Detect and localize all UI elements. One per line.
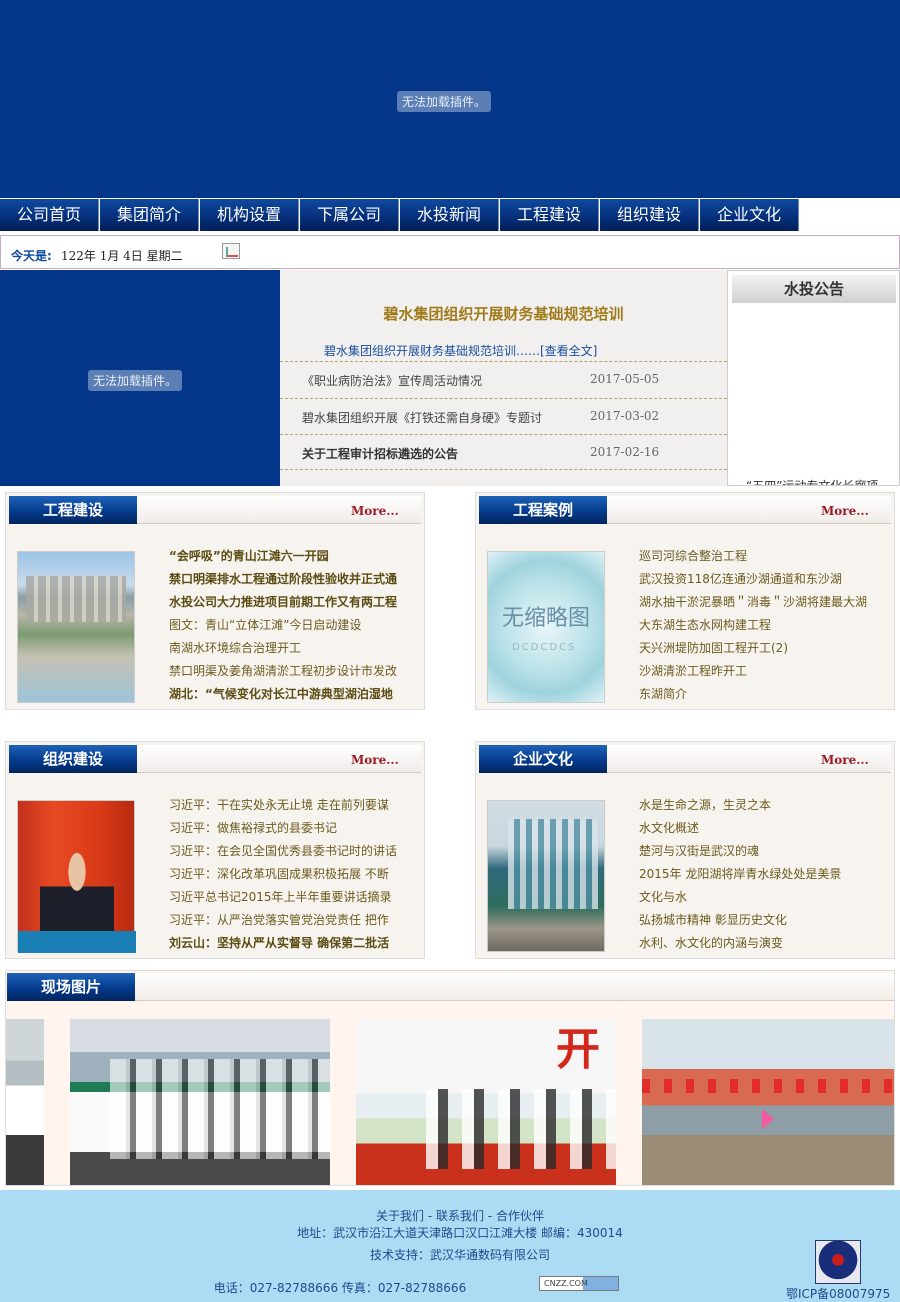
nav-item-structure[interactable]: 机构设置 — [200, 199, 299, 231]
list-item[interactable]: 文化与水 — [639, 890, 879, 913]
list-item[interactable]: “会呼吸”的青山江滩六一开园 — [169, 549, 409, 572]
list-item[interactable]: 楚河与汉街是武汉的魂 — [639, 844, 879, 867]
notice-scroll-item[interactable]: “五四”运动专文化长廊项 — [746, 477, 878, 485]
section-title: 工程案例 — [479, 496, 607, 524]
article-list: 水是生命之源，生灵之本 水文化概述 楚河与汉街是武汉的魂 2015年 龙阳湖将岸… — [639, 798, 879, 959]
main-nav: 公司首页 集团简介 机构设置 下属公司 水投新闻 工程建设 组织建设 企业文化 — [0, 199, 900, 231]
footer-support: 技术支持：武汉华通数码有限公司 — [369, 1248, 550, 1262]
list-item[interactable]: 水文化概述 — [639, 821, 879, 844]
list-item[interactable]: 2015年 龙阳湖将岸青水绿处处是美景 — [639, 867, 879, 890]
current-date: 122年 1月 4日 星期二 — [61, 249, 183, 263]
list-item[interactable]: 禁口明渠排水工程通过阶段性验收并正式通 — [169, 572, 409, 595]
section-header-bar — [135, 973, 894, 1001]
news-date: 2017-05-05 — [590, 372, 660, 386]
notice-panel: 水投公告 “五四”运动专文化长廊项 — [727, 270, 900, 486]
list-item[interactable]: 天兴洲堤防加固工程开工(2) — [639, 641, 879, 664]
more-link[interactable]: More... — [351, 753, 399, 767]
nav-item-home[interactable]: 公司首页 — [0, 199, 99, 231]
news-date: 2017-03-02 — [590, 409, 660, 423]
section-thumbnail[interactable] — [17, 551, 135, 703]
section-thumbnail[interactable] — [487, 800, 605, 952]
article-list: “会呼吸”的青山江滩六一开园 禁口明渠排水工程通过阶段性验收并正式通 水投公司大… — [169, 549, 409, 710]
section-engineering: 工程建设 More... “会呼吸”的青山江滩六一开园 禁口明渠排水工程通过阶段… — [5, 492, 425, 710]
news-headline[interactable]: 碧水集团组织开展财务基础规范培训 — [280, 303, 727, 324]
section-culture: 企业文化 More... 水是生命之源，生灵之本 水文化概述 楚河与汉街是武汉的… — [475, 741, 895, 959]
section-title: 现场图片 — [7, 973, 135, 1001]
more-link[interactable]: More... — [821, 504, 869, 518]
plugin-error-message: 无法加载插件。 — [397, 91, 492, 112]
footer-address: 地址：武汉市沿江大道天津路口汉口江滩大楼 邮编：430014 — [297, 1226, 623, 1240]
section-cases: 工程案例 More... 无缩略图 DCDCDCS 巡司河综合整治工程 武汉投资… — [475, 492, 895, 710]
site-photos-section: 现场图片 开 — [5, 970, 895, 1186]
nav-item-engineering[interactable]: 工程建设 — [500, 199, 599, 231]
date-bar: 今天是: 122年 1月 4日 星期二 — [0, 235, 900, 269]
news-row[interactable]: 关于工程审计招标遴选的公告 2017-02-16 — [280, 434, 727, 470]
list-item[interactable]: 刘云山：坚持从严从实督导 确保第二批活 — [169, 936, 409, 959]
list-item[interactable]: 大东湖生态水网构建工程 — [639, 618, 879, 641]
more-link[interactable]: More... — [351, 504, 399, 518]
news-row[interactable]: 《职业病防治法》宣传周活动情况 2017-05-05 — [280, 361, 727, 397]
list-item[interactable]: 东湖简介 — [639, 687, 879, 710]
news-row[interactable]: 碧水集团组织开展《打铁还需自身硬》专题讨 2017-03-02 — [280, 398, 727, 434]
list-item[interactable]: 沙湖清淤工程昨开工 — [639, 664, 879, 687]
section-title: 企业文化 — [479, 745, 607, 773]
footer-links[interactable]: 关于我们 - 联系我们 - 合作伙伴 — [0, 1207, 900, 1224]
nav-item-organization[interactable]: 组织建设 — [600, 199, 699, 231]
list-item[interactable]: 弘扬城市精神 彰显历史文化 — [639, 913, 879, 936]
list-item[interactable]: 湖水抽干淤泥暴晒＂消毒＂沙湖将建最大湖 — [639, 595, 879, 618]
news-title[interactable]: 《职业病防治法》宣传周活动情况 — [302, 372, 482, 389]
no-thumbnail-text: 无缩略图 — [502, 606, 591, 631]
nav-item-about[interactable]: 集团简介 — [100, 199, 199, 231]
notice-title: 水投公告 — [732, 275, 896, 303]
list-item[interactable]: 水利、水文化的内涵与演变 — [639, 936, 879, 959]
list-item[interactable]: 巡司河综合整治工程 — [639, 549, 879, 572]
list-item[interactable]: 习近平总书记2015年上半年重要讲话摘录 — [169, 890, 409, 913]
list-item[interactable]: 图文：青山“立体江滩”今日启动建设 — [169, 618, 409, 641]
nav-item-subsidiaries[interactable]: 下属公司 — [300, 199, 399, 231]
article-list: 巡司河综合整治工程 武汉投资118亿连通沙湖通道和东沙湖 湖水抽干淤泥暴晒＂消毒… — [639, 549, 879, 710]
site-photo[interactable]: 开 — [356, 1019, 616, 1185]
news-title[interactable]: 关于工程审计招标遴选的公告 — [302, 445, 458, 462]
site-photo[interactable] — [642, 1019, 894, 1185]
plugin-error-message: 无法加载插件。 — [88, 370, 183, 391]
news-summary-link[interactable]: 碧水集团组织开展财务基础规范培训……[查看全文] — [324, 342, 597, 359]
no-thumbnail-image[interactable]: 无缩略图 DCDCDCS — [487, 551, 605, 703]
top-banner: 无法加载插件。 — [0, 0, 900, 198]
list-item[interactable]: 武汉投资118亿连通沙湖通道和东沙湖 — [639, 572, 879, 595]
news-title[interactable]: 碧水集团组织开展《打铁还需自身硬》专题讨 — [302, 409, 542, 426]
police-badge-icon[interactable] — [815, 1240, 861, 1284]
no-thumbnail-subtext: DCDCDCS — [512, 642, 577, 653]
site-photo[interactable] — [6, 1019, 44, 1185]
list-item[interactable]: 习近平：从严治党落实管党治党责任 把作 — [169, 913, 409, 936]
section-thumbnail[interactable] — [17, 800, 136, 953]
list-item[interactable]: 习近平：深化改革巩固成果积极拓展 不断 — [169, 867, 409, 890]
list-item[interactable]: 水是生命之源，生灵之本 — [639, 798, 879, 821]
list-item[interactable]: 习近平：做焦裕禄式的县委书记 — [169, 821, 409, 844]
section-title: 组织建设 — [9, 745, 137, 773]
list-item[interactable]: 习近平：干在实处永无止境 走在前列要谋 — [169, 798, 409, 821]
list-item[interactable]: 习近平：在会见全国优秀县委书记时的讲话 — [169, 844, 409, 867]
section-organization: 组织建设 More... 习近平：干在实处永无止境 走在前列要谋 习近平：做焦裕… — [5, 741, 425, 959]
date-label: 今天是: — [11, 249, 52, 263]
list-item[interactable]: 湖北：“气候变化对长江中游典型湖泊湿地 — [169, 687, 409, 710]
broken-image-icon — [222, 243, 240, 259]
photo-slideshow: 无法加载插件。 — [0, 270, 280, 486]
icp-record[interactable]: 鄂ICP备08007975号 — [786, 1285, 900, 1302]
article-list: 习近平：干在实处永无止境 走在前列要谋 习近平：做焦裕禄式的县委书记 习近平：在… — [169, 798, 409, 959]
nav-item-culture[interactable]: 企业文化 — [700, 199, 799, 231]
site-photo[interactable] — [70, 1019, 330, 1185]
footer-phone: 电话：027-82788666 传真：027-82788666 — [213, 1281, 467, 1295]
news-date: 2017-02-16 — [590, 445, 660, 459]
list-item[interactable]: 南湖水环境综合治理开工 — [169, 641, 409, 664]
list-item[interactable]: 水投公司大力推进项目前期工作又有两工程 — [169, 595, 409, 618]
cnzz-stat-badge[interactable]: CNZZ.COM — [539, 1276, 619, 1291]
more-link[interactable]: More... — [821, 753, 869, 767]
nav-item-news[interactable]: 水投新闻 — [400, 199, 499, 231]
banner-character: 开 — [556, 1024, 600, 1075]
footer: 关于我们 - 联系我们 - 合作伙伴 地址：武汉市沿江大道天津路口汉口江滩大楼 … — [0, 1190, 900, 1302]
news-panel: 碧水集团组织开展财务基础规范培训 碧水集团组织开展财务基础规范培训……[查看全文… — [280, 270, 727, 486]
section-title: 工程建设 — [9, 496, 137, 524]
list-item[interactable]: 禁口明渠及姜角湖清淤工程初步设计市发改 — [169, 664, 409, 687]
